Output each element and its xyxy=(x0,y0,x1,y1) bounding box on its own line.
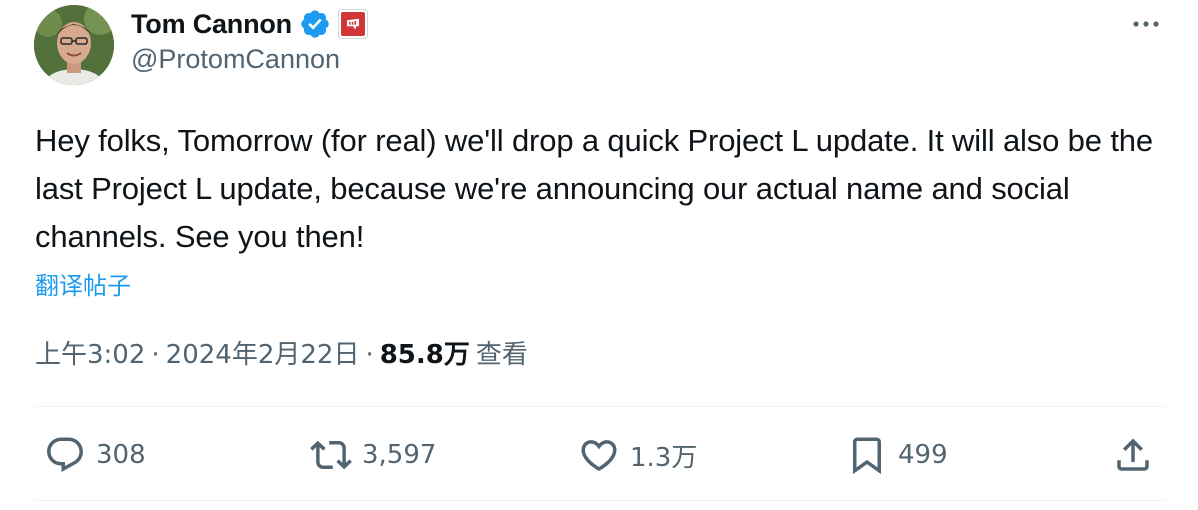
bookmark-button[interactable]: 499 xyxy=(846,434,948,476)
tweet-date[interactable]: 2024年2月22日 xyxy=(166,334,360,371)
heart-icon xyxy=(581,440,617,472)
divider xyxy=(35,406,1166,407)
author-handle[interactable]: @ProtomCannon xyxy=(131,44,340,75)
share-icon xyxy=(1117,438,1149,471)
tweet-meta: 上午3:02 · 2024年2月22日 · 85.8万 查看 xyxy=(35,334,528,371)
meta-separator: · xyxy=(365,340,374,370)
retweet-icon xyxy=(310,440,352,470)
retweet-button[interactable]: 3,597 xyxy=(310,434,436,476)
like-count: 1.3万 xyxy=(630,442,698,473)
share-button[interactable] xyxy=(1112,434,1154,476)
reply-count: 308 xyxy=(96,440,146,470)
tweet-card: Tom Cannon @ProtomCannon Hey folks, Tomo… xyxy=(0,0,1198,510)
avatar-photo xyxy=(34,5,114,85)
author-display-name[interactable]: Tom Cannon xyxy=(131,9,292,40)
reply-button[interactable]: 308 xyxy=(44,434,146,476)
divider xyxy=(35,500,1166,501)
reply-icon xyxy=(47,437,83,472)
views-count: 85.8万 xyxy=(379,340,470,370)
bookmark-count: 499 xyxy=(898,440,948,470)
tweet-time[interactable]: 上午3:02 xyxy=(35,334,145,371)
like-button[interactable]: 1.3万 xyxy=(578,434,697,476)
author-name-row: Tom Cannon xyxy=(131,6,368,42)
views-label: 查看 xyxy=(475,340,528,370)
bookmark-icon xyxy=(853,437,881,475)
translate-post-link[interactable]: 翻译帖子 xyxy=(35,266,131,301)
meta-separator: · xyxy=(151,340,160,370)
retweet-count: 3,597 xyxy=(362,440,437,470)
tweet-text: Hey folks, Tomorrow (for real) we'll dro… xyxy=(35,123,1153,254)
avatar[interactable] xyxy=(34,5,114,85)
more-horizontal-icon[interactable] xyxy=(1128,12,1164,36)
affiliation-badge[interactable] xyxy=(337,9,368,39)
verified-badge-icon[interactable] xyxy=(299,8,331,40)
riot-fist-icon xyxy=(340,12,365,36)
